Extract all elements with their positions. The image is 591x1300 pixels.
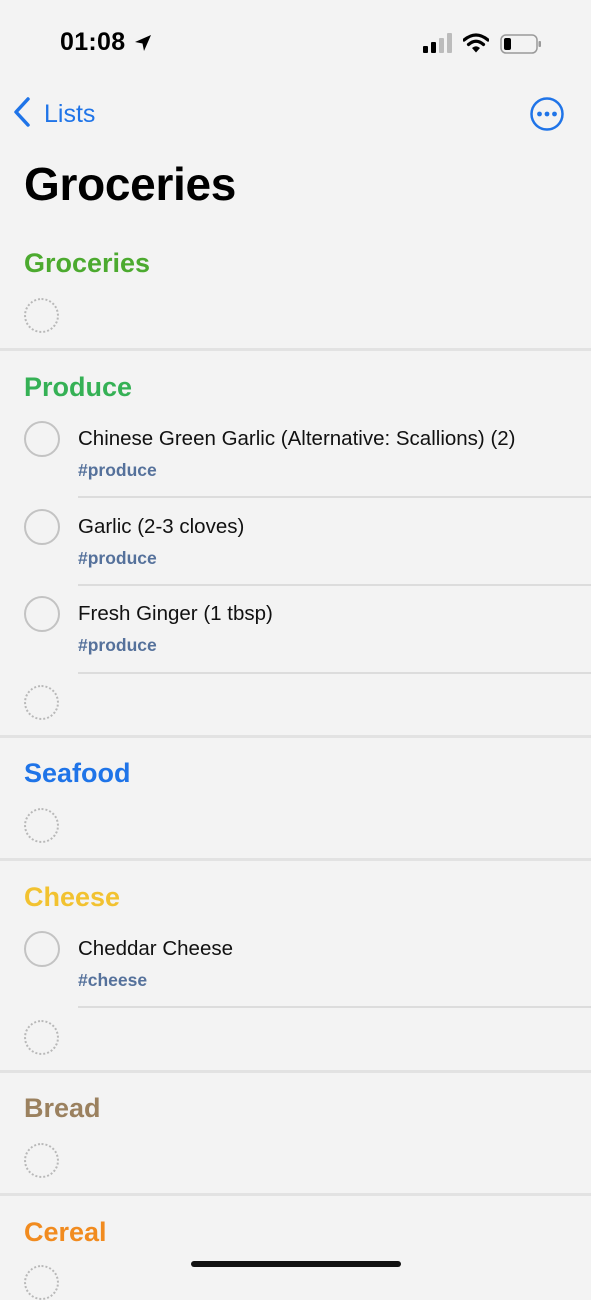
row-separator: [78, 496, 591, 498]
reminder-title: Cheddar Cheese: [78, 937, 233, 960]
section-divider: [0, 1070, 591, 1073]
section-header-seafood: Seafood: [24, 758, 131, 788]
new-reminder-circle[interactable]: [24, 298, 59, 333]
reminder-tag[interactable]: #produce: [78, 459, 157, 481]
reminder-tag[interactable]: #cheese: [78, 969, 147, 991]
new-reminder-circle[interactable]: [24, 685, 59, 720]
ellipsis-circle-icon: [530, 97, 564, 131]
section-header-cheese: Cheese: [24, 882, 121, 912]
chevron-left-icon: [12, 96, 32, 133]
reminder-title: Chinese Green Garlic (Alternative: Scall…: [78, 427, 516, 450]
section-header-bread: Bread: [24, 1093, 101, 1123]
reminder-tag[interactable]: #produce: [78, 547, 157, 569]
section-divider: [0, 348, 591, 351]
reminder-title: Fresh Ginger (1 tbsp): [78, 602, 273, 625]
reminder-checkbox[interactable]: [24, 509, 60, 545]
reminder-tag[interactable]: #produce: [78, 634, 157, 656]
battery-icon: [500, 34, 542, 59]
cellular-signal-icon: [423, 33, 453, 58]
section-header-produce: Produce: [24, 372, 133, 402]
reminder-title: Garlic (2-3 cloves): [78, 515, 245, 538]
new-reminder-circle[interactable]: [24, 1020, 59, 1055]
section-divider: [0, 1193, 591, 1196]
section-divider: [0, 735, 591, 738]
section-divider: [0, 858, 591, 861]
row-separator: [78, 672, 591, 674]
back-button-label: Lists: [44, 99, 96, 128]
new-reminder-circle[interactable]: [24, 1143, 59, 1178]
new-reminder-circle[interactable]: [24, 1265, 59, 1300]
status-bar: 01:08: [0, 0, 591, 80]
back-button[interactable]: Lists: [12, 96, 95, 132]
row-separator: [78, 584, 591, 586]
list-item[interactable]: Fresh Ginger (1 tbsp) #produce: [0, 596, 591, 684]
reminder-checkbox[interactable]: [24, 596, 60, 632]
section-header-cereal: Cereal: [24, 1217, 107, 1247]
wifi-icon: [462, 33, 490, 58]
reminder-checkbox[interactable]: [24, 931, 60, 967]
new-reminder-circle[interactable]: [24, 808, 59, 843]
row-separator: [78, 1006, 591, 1008]
page-title: Groceries: [24, 158, 237, 210]
location-arrow-icon: [133, 33, 153, 58]
status-time: 01:08: [60, 28, 126, 56]
section-header-groceries: Groceries: [24, 248, 151, 278]
home-indicator[interactable]: [191, 1261, 401, 1267]
reminder-checkbox[interactable]: [24, 421, 60, 457]
more-options-button[interactable]: [529, 96, 565, 132]
